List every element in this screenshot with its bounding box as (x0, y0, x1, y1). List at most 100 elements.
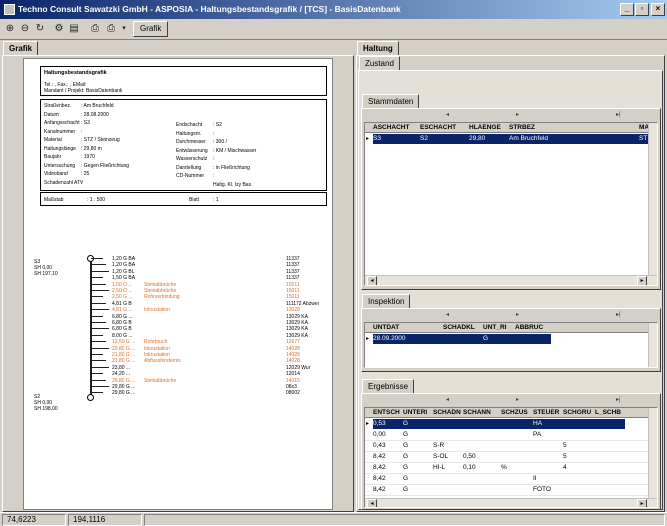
table-cell[interactable]: G (403, 474, 408, 484)
table-cell[interactable]: % (501, 463, 507, 473)
table-cell[interactable]: 8,42 (373, 463, 386, 473)
inspektion-vscroll[interactable] (648, 323, 657, 367)
print-preview-icon[interactable]: ⎙ (88, 22, 102, 36)
stammdaten-hscroll[interactable] (365, 275, 657, 285)
erg-scroll-left-icon[interactable]: ◂ (367, 499, 377, 507)
column-header[interactable]: ESCHACHT (420, 123, 469, 133)
table-cell[interactable]: 0,43 (373, 441, 386, 451)
table-cell[interactable]: G (403, 430, 408, 440)
nav-prev-icon[interactable]: ◂ (446, 111, 449, 120)
stamm-scroll-right-icon[interactable]: ▸ (637, 276, 647, 285)
column-header[interactable]: UNTDAT (373, 323, 443, 333)
column-header[interactable]: UNT_RI (483, 323, 515, 333)
column-header[interactable]: L_SCHB (595, 408, 625, 418)
column-header[interactable]: HLAENGE (469, 123, 509, 133)
column-header[interactable]: SCHZUS (501, 408, 533, 418)
table-cell[interactable]: Am Bruchfeld (509, 134, 549, 144)
settings-icon[interactable]: ⚙ (52, 22, 66, 36)
grafik-button[interactable]: Grafik (133, 21, 169, 37)
minimize-button[interactable]: _ (620, 3, 634, 16)
column-header[interactable]: ABBRUC (515, 323, 551, 333)
tab-inspektion[interactable]: Inspektion (362, 294, 411, 309)
column-header[interactable]: SCHADKL (443, 323, 483, 333)
inspektion-navigator[interactable]: ◂ ▸ ▸| (366, 311, 656, 320)
table-cell[interactable]: ST (639, 134, 648, 144)
erg-nav-prev-icon[interactable]: ◂ (446, 396, 449, 405)
refresh-icon[interactable]: ↻ (33, 22, 47, 36)
inspektion-grid[interactable]: UNTDAT SCHADKL UNT_RI ABBRUC ▸ 28.09.2000 G (364, 322, 658, 368)
nav-last-icon[interactable]: ▸| (616, 111, 621, 120)
nav-next-icon[interactable]: ▸ (516, 111, 519, 120)
table-cell[interactable]: G (403, 463, 408, 473)
print-icon[interactable]: ⎙ (104, 22, 118, 36)
field-label: Haltungsnr. (176, 130, 202, 137)
entry-code: 13029 KA (286, 332, 308, 339)
insp-nav-next-icon[interactable]: ▸ (516, 311, 519, 320)
ergebnisse-grid[interactable]: ENTSCH UNTERI SCHADN SCHANN SCHZUS STEUER SCHG… (364, 407, 658, 508)
title-bar[interactable]: Techno Consult Sawatzki GmbH - ASPOSIA -… (0, 0, 667, 19)
stamm-scroll-left-icon[interactable]: ◂ (367, 276, 377, 285)
table-cell[interactable]: G (403, 419, 409, 429)
stammdaten-navigator[interactable]: ◂ ▸ ▸| (366, 111, 656, 120)
ergebnisse-navigator[interactable]: ◂ ▸ ▸| (366, 396, 656, 405)
column-header[interactable]: UNTERI (403, 408, 433, 418)
entry-code: 08x3 (286, 384, 297, 390)
column-header[interactable]: ENTSCH (373, 408, 403, 418)
field-label: Anfangsschacht (44, 120, 80, 126)
table-cell[interactable]: G (483, 334, 489, 344)
table-cell[interactable]: II (533, 474, 537, 484)
table-cell[interactable]: 0,00 (373, 430, 386, 440)
tab-haltung[interactable]: Haltung (357, 41, 399, 56)
tab-grafik[interactable]: Grafik (3, 41, 39, 56)
table-cell[interactable]: 8,42 (373, 485, 386, 495)
table-cell[interactable]: 5 (563, 441, 567, 451)
erg-scroll-right-icon[interactable]: ▸ (637, 499, 647, 507)
ergebnisse-vscroll[interactable] (648, 408, 657, 499)
table-cell[interactable]: 5 (563, 452, 567, 462)
column-header[interactable]: SCHGRU (563, 408, 595, 418)
erg-nav-last-icon[interactable]: ▸| (616, 396, 621, 405)
save-icon[interactable]: ▤ (67, 22, 81, 36)
entry-connector (91, 270, 109, 272)
ergebnisse-hscroll[interactable] (365, 498, 657, 507)
tab-ergebnisse[interactable]: Ergebnisse (362, 379, 415, 394)
table-cell[interactable]: HI-L (433, 463, 445, 473)
stammdaten-vscroll[interactable] (648, 123, 657, 276)
insp-nav-last-icon[interactable]: ▸| (616, 311, 621, 320)
tab-zustand[interactable]: Zustand (359, 56, 400, 71)
table-cell[interactable]: HA (533, 419, 543, 429)
column-header[interactable]: SCHADN (433, 408, 463, 418)
column-header[interactable]: STEUER (533, 408, 563, 418)
zoom-in-icon[interactable]: ⊕ (3, 22, 17, 36)
table-cell[interactable]: FOTO (533, 485, 551, 495)
table-cell[interactable]: S2 (420, 134, 428, 144)
tab-stammdaten[interactable]: Stammdaten (362, 94, 420, 109)
table-cell[interactable]: G (403, 441, 408, 451)
column-header[interactable]: SCHANN (463, 408, 501, 418)
print-dropdown-icon[interactable]: ▾ (117, 22, 131, 36)
stammdaten-grid[interactable]: ASCHACHT ESCHACHT HLAENGE STRBEZ MA ▸ S3 S2 29,… (364, 122, 658, 286)
table-cell[interactable]: S-OL (433, 452, 448, 462)
table-cell[interactable]: 0,50 (463, 452, 476, 462)
table-cell[interactable]: G (403, 485, 408, 495)
field-value: : (81, 128, 83, 135)
table-cell[interactable]: 8,42 (373, 474, 386, 484)
table-cell[interactable]: 0,53 (373, 419, 386, 429)
column-header[interactable]: ASCHACHT (373, 123, 420, 133)
close-button[interactable]: × (651, 3, 665, 16)
zoom-out-icon[interactable]: ⊖ (18, 22, 32, 36)
table-cell[interactable]: 4 (563, 463, 567, 473)
table-cell[interactable]: S3 (373, 134, 381, 144)
table-cell[interactable]: 29,80 (469, 134, 486, 144)
column-header[interactable]: STRBEZ (509, 123, 639, 133)
table-cell[interactable]: PA (533, 430, 541, 440)
table-cell[interactable]: 28.09.2000 (373, 334, 406, 344)
erg-nav-next-icon[interactable]: ▸ (516, 396, 519, 405)
table-cell[interactable]: S-R (433, 441, 444, 451)
selected-row[interactable] (373, 419, 625, 429)
insp-nav-prev-icon[interactable]: ◂ (446, 311, 449, 320)
table-cell[interactable]: 0,10 (463, 463, 476, 473)
table-cell[interactable]: G (403, 452, 408, 462)
maximize-button[interactable]: ▫ (635, 3, 649, 16)
table-cell[interactable]: 8,42 (373, 452, 386, 462)
